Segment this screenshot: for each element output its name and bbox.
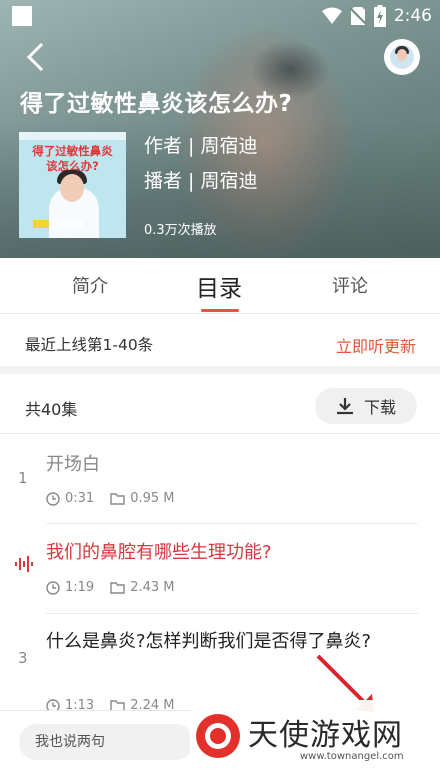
comment-input[interactable]	[19, 724, 194, 760]
download-label: 下载	[363, 398, 396, 417]
update-row: 最近上线第1-40条 立即听更新	[0, 315, 440, 374]
no-sim-icon	[349, 7, 366, 25]
episode-title: 我们的鼻腔有哪些生理功能?	[46, 542, 272, 563]
header: 2:46 得了过敏性鼻炎该怎么办? 得了过敏性鼻炎 该怎么办? 作者 | 周宿迪…	[0, 0, 440, 258]
episode-duration: 0:31	[65, 491, 95, 506]
status-time: 2:46	[393, 6, 432, 26]
episode-index: 3	[18, 649, 28, 667]
episode-size: 2.43 M	[130, 580, 175, 595]
episode-meta: 0:31 0.95 M	[46, 491, 191, 506]
tab-indicator	[201, 309, 239, 312]
download-button[interactable]: 下载	[315, 388, 417, 424]
tab-comments[interactable]: 评论	[332, 272, 368, 298]
episode-title: 开场白	[46, 454, 100, 475]
album-cover[interactable]: 得了过敏性鼻炎 该怎么办?	[19, 132, 126, 238]
watermark-text: 天使游戏网	[248, 718, 403, 753]
chevron-left-icon	[26, 42, 44, 72]
update-text: 最近上线第1-40条	[25, 336, 154, 354]
status-bar: 2:46	[0, 0, 440, 32]
episode-meta: 1:19 2.43 M	[46, 580, 191, 595]
site-watermark: 天使游戏网 www.townangel.com	[190, 700, 440, 770]
folder-icon	[110, 493, 125, 505]
download-icon	[336, 398, 353, 415]
folder-icon	[110, 582, 125, 594]
episode-size: 0.95 M	[130, 491, 175, 506]
tab-bar: 简介 目录 评论	[0, 258, 440, 314]
watermark-url: www.townangel.com	[300, 751, 404, 762]
tab-catalog[interactable]: 目录	[196, 269, 242, 303]
battery-charging-icon	[373, 5, 386, 27]
episode-duration: 1:19	[65, 580, 95, 595]
user-avatar[interactable]	[384, 39, 420, 75]
clock-icon	[46, 491, 60, 506]
episode-count-row: 共40集 下载	[0, 382, 440, 434]
play-count: 0.3万次播放	[144, 223, 217, 238]
episode-item[interactable]: 1 开场白 0:31 0.95 M	[0, 435, 440, 524]
back-button[interactable]	[18, 40, 52, 74]
wifi-icon	[321, 7, 342, 24]
episode-index: 1	[18, 469, 28, 487]
playing-waveform-icon	[15, 556, 33, 572]
episode-item-playing[interactable]: 我们的鼻腔有哪些生理功能? 1:19 2.43 M	[0, 524, 440, 614]
notification-icon	[12, 6, 32, 26]
narrator-label[interactable]: 播者 | 周宿迪	[144, 166, 257, 193]
listen-update-link[interactable]: 立即听更新	[336, 333, 416, 357]
tab-intro[interactable]: 简介	[72, 272, 108, 298]
clock-icon	[46, 580, 60, 595]
album-title: 得了过敏性鼻炎该怎么办?	[20, 91, 293, 117]
author-label[interactable]: 作者 | 周宿迪	[144, 131, 257, 158]
episode-count: 共40集	[25, 400, 78, 419]
watermark-logo-icon	[196, 714, 240, 758]
